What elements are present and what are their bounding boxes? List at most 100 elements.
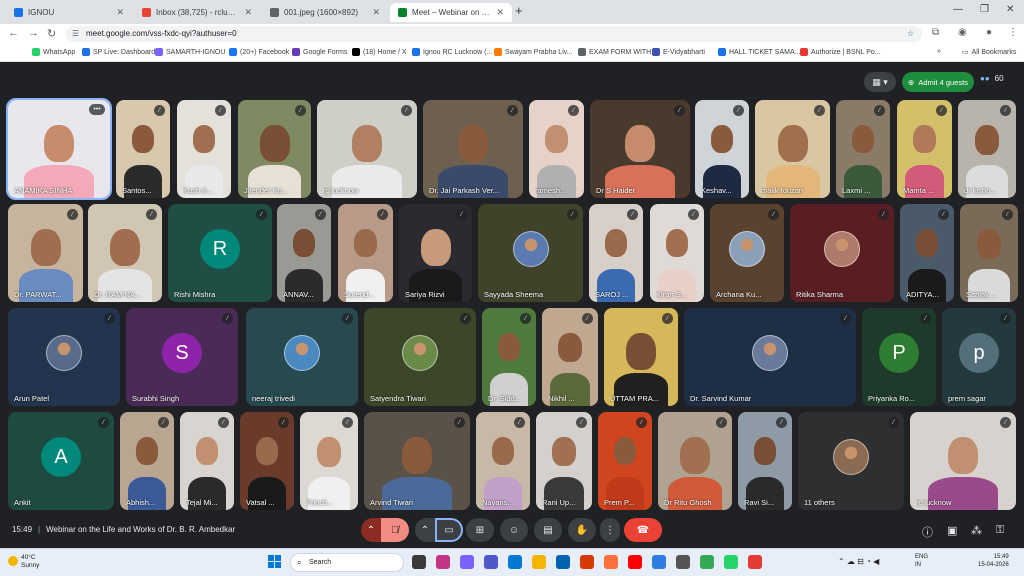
store-icon[interactable]: [556, 555, 570, 569]
participant-tile[interactable]: S ⁄ Surabhi Singh: [126, 308, 238, 406]
profile-icon[interactable]: ◉: [958, 27, 967, 38]
app-icon[interactable]: [484, 555, 498, 569]
all-bookmarks-button[interactable]: ▭ All Bookmarks: [962, 48, 1016, 57]
participant-tile[interactable]: ⁄ Kiran S...: [650, 204, 704, 302]
bookmark-item[interactable]: Swayam Prabha Liv...: [494, 48, 573, 56]
bookmark-item[interactable]: EXAM FORM WITH...: [578, 48, 657, 56]
close-tab-icon[interactable]: ✕: [116, 7, 124, 18]
participant-tile[interactable]: ⁄ Ravi Si...: [738, 412, 792, 510]
bookmark-item[interactable]: (20+) Facebook: [229, 48, 289, 56]
close-window-icon[interactable]: ✕: [1006, 4, 1014, 15]
task-view-icon[interactable]: [412, 555, 426, 569]
forward-icon[interactable]: →: [28, 27, 39, 39]
close-tab-icon[interactable]: ✕: [372, 7, 380, 18]
close-tab-icon[interactable]: ✕: [244, 7, 252, 18]
participant-tile[interactable]: ⁄ ANNAV...: [277, 204, 331, 302]
whatsapp-icon[interactable]: [724, 555, 738, 569]
participant-tile[interactable]: ⁄ Nayans...: [476, 412, 530, 510]
participant-tile[interactable]: ⁄ Keshav...: [695, 100, 749, 198]
minimize-icon[interactable]: —: [953, 4, 963, 15]
system-clock[interactable]: 15:49 15-04-2026: [978, 553, 1009, 569]
participant-tile[interactable]: ⁄ UTTAM PRA...: [604, 308, 678, 406]
bookmark-item[interactable]: WhatsApp: [32, 48, 75, 56]
more-bookmarks-icon[interactable]: »: [937, 48, 941, 55]
participant-tile[interactable]: R ⁄ Rishi Mishra: [168, 204, 272, 302]
raise-hand-button[interactable]: ✋: [568, 518, 596, 542]
instagram-icon[interactable]: [436, 555, 450, 569]
participant-tile[interactable]: A ⁄ Ankit: [8, 412, 114, 510]
participant-tile[interactable]: ⁄ Dr S Haider: [590, 100, 690, 198]
profile-avatar-icon[interactable]: ●: [986, 27, 992, 38]
extensions-icon[interactable]: ⧉: [932, 27, 939, 38]
more-options-button[interactable]: ⋮: [600, 518, 620, 542]
bookmark-item[interactable]: SP Live: Dashboard: [82, 48, 155, 56]
present-button[interactable]: ⊞: [466, 518, 494, 542]
bookmark-item[interactable]: E-Vidyabharti: [652, 48, 705, 56]
browser-tab-image[interactable]: 001.jpeg (1600×892) ✕: [262, 3, 388, 22]
bookmark-item[interactable]: Authorize | BSNL Po...: [800, 48, 881, 56]
chat-icon[interactable]: ▣: [947, 524, 957, 537]
firefox-icon[interactable]: [604, 555, 618, 569]
participant-tile[interactable]: ⁄ Nikhil ...: [542, 308, 598, 406]
maximize-icon[interactable]: ❐: [980, 4, 989, 15]
bookmark-star-icon[interactable]: ☆: [907, 26, 914, 42]
participant-tile[interactable]: ⁄ Mamta ...: [897, 100, 952, 198]
participant-tile[interactable]: ⁄ Princh...: [300, 412, 358, 510]
back-icon[interactable]: ←: [8, 27, 19, 39]
close-tab-icon[interactable]: ✕: [496, 7, 504, 18]
captions-button[interactable]: ▤: [534, 518, 562, 542]
bookmark-item[interactable]: Ignou RC Lucknow (...: [412, 48, 492, 56]
address-bar[interactable]: ☰ meet.google.com/vss-fxdc-qyi?authuser=…: [66, 26, 922, 42]
camera-app-icon[interactable]: [676, 555, 690, 569]
bookmark-item[interactable]: HALL TICKET SAMA...: [718, 48, 800, 56]
participant-tile[interactable]: ⁄ Sariya Rizvi: [399, 204, 472, 302]
participant-tile[interactable]: ⁄ Dr Ritu Ghosh: [658, 412, 732, 510]
participant-tile[interactable]: ⁄ Dr. RAM NA...: [88, 204, 162, 302]
participant-tile[interactable]: ⁄ neeraj trivedi: [246, 308, 358, 406]
participant-tile[interactable]: ⁄ Vatsal ...: [240, 412, 294, 510]
participant-tile[interactable]: ⁄ Santos...: [116, 100, 170, 198]
participant-tile[interactable]: ⁄ Satyendra Tiwari: [364, 308, 476, 406]
participant-tile[interactable]: ⁄ Kush K...: [177, 100, 231, 198]
participant-tile[interactable]: ⁄ Ritika Sharma: [790, 204, 894, 302]
participant-tile[interactable]: ⁄ Archana Ku...: [710, 204, 784, 302]
browser-tab-meet[interactable]: Meet – Webinar on the Life ✕: [390, 3, 512, 22]
participant-tile[interactable]: ⁄ Arvind Tiwari: [364, 412, 470, 510]
app-icon[interactable]: [748, 555, 762, 569]
participant-tile[interactable]: ⁄ rc lucknow: [317, 100, 417, 198]
meeting-details-icon[interactable]: ⓘ: [922, 524, 933, 540]
browser-menu-icon[interactable]: ⋮: [1008, 27, 1018, 38]
participant-tile[interactable]: P ⁄ Priyanka Ro...: [862, 308, 936, 406]
participant-tile[interactable]: ⁄ dr kisho...: [958, 100, 1016, 198]
leave-call-button[interactable]: ☎: [624, 518, 662, 542]
camera-options-button[interactable]: ⌃: [415, 518, 435, 542]
participant-tile[interactable]: ⁄ malik fouzan: [755, 100, 830, 198]
start-button[interactable]: [268, 555, 282, 569]
chrome-icon[interactable]: [700, 555, 714, 569]
participant-tile[interactable]: ⁄ Arun Patel: [8, 308, 120, 406]
participant-tile[interactable]: ⁄ Dr. Sidd...: [482, 308, 536, 406]
app-icon[interactable]: [652, 555, 666, 569]
participant-tile[interactable]: ⁄ ramesh...: [529, 100, 584, 198]
participant-tile[interactable]: ⁄ Laxmi ...: [836, 100, 890, 198]
camera-toggle[interactable]: ▭: [435, 518, 463, 542]
participant-tile[interactable]: ⁄ Sanjay ...: [960, 204, 1018, 302]
participant-tile[interactable]: p ⁄ prem sagar: [942, 308, 1016, 406]
participant-tile[interactable]: ⁄ Tejal Mi...: [180, 412, 234, 510]
more-options-icon[interactable]: •••: [89, 104, 105, 115]
taskbar-search[interactable]: ⌕ Search: [290, 553, 404, 572]
participant-tile[interactable]: ⁄ Dr. PARWAT...: [8, 204, 83, 302]
participant-tile[interactable]: ⁄ Prem P...: [598, 412, 652, 510]
bookmark-item[interactable]: SAMARTH-IGNOU: [155, 48, 225, 56]
participant-tile[interactable]: ⁄ 11 others: [798, 412, 904, 510]
browser-tab-inbox[interactable]: Inbox (38,725) - rclucknow@ign ✕: [134, 3, 260, 22]
youtube-icon[interactable]: [628, 555, 642, 569]
office-icon[interactable]: [580, 555, 594, 569]
participant-tile[interactable]: ⁄ Rani Up...: [536, 412, 592, 510]
participant-tile[interactable]: ⁄ Dr. Jai Parkash Ver...: [423, 100, 523, 198]
new-tab-button[interactable]: +: [515, 3, 523, 18]
participant-tile[interactable]: ⁄ Surend...: [338, 204, 393, 302]
microphone-toggle[interactable]: 🎙̸: [381, 518, 409, 542]
participant-tile[interactable]: ••• ANAMIKA SINHA: [6, 98, 112, 200]
reactions-button[interactable]: ☺: [500, 518, 528, 542]
